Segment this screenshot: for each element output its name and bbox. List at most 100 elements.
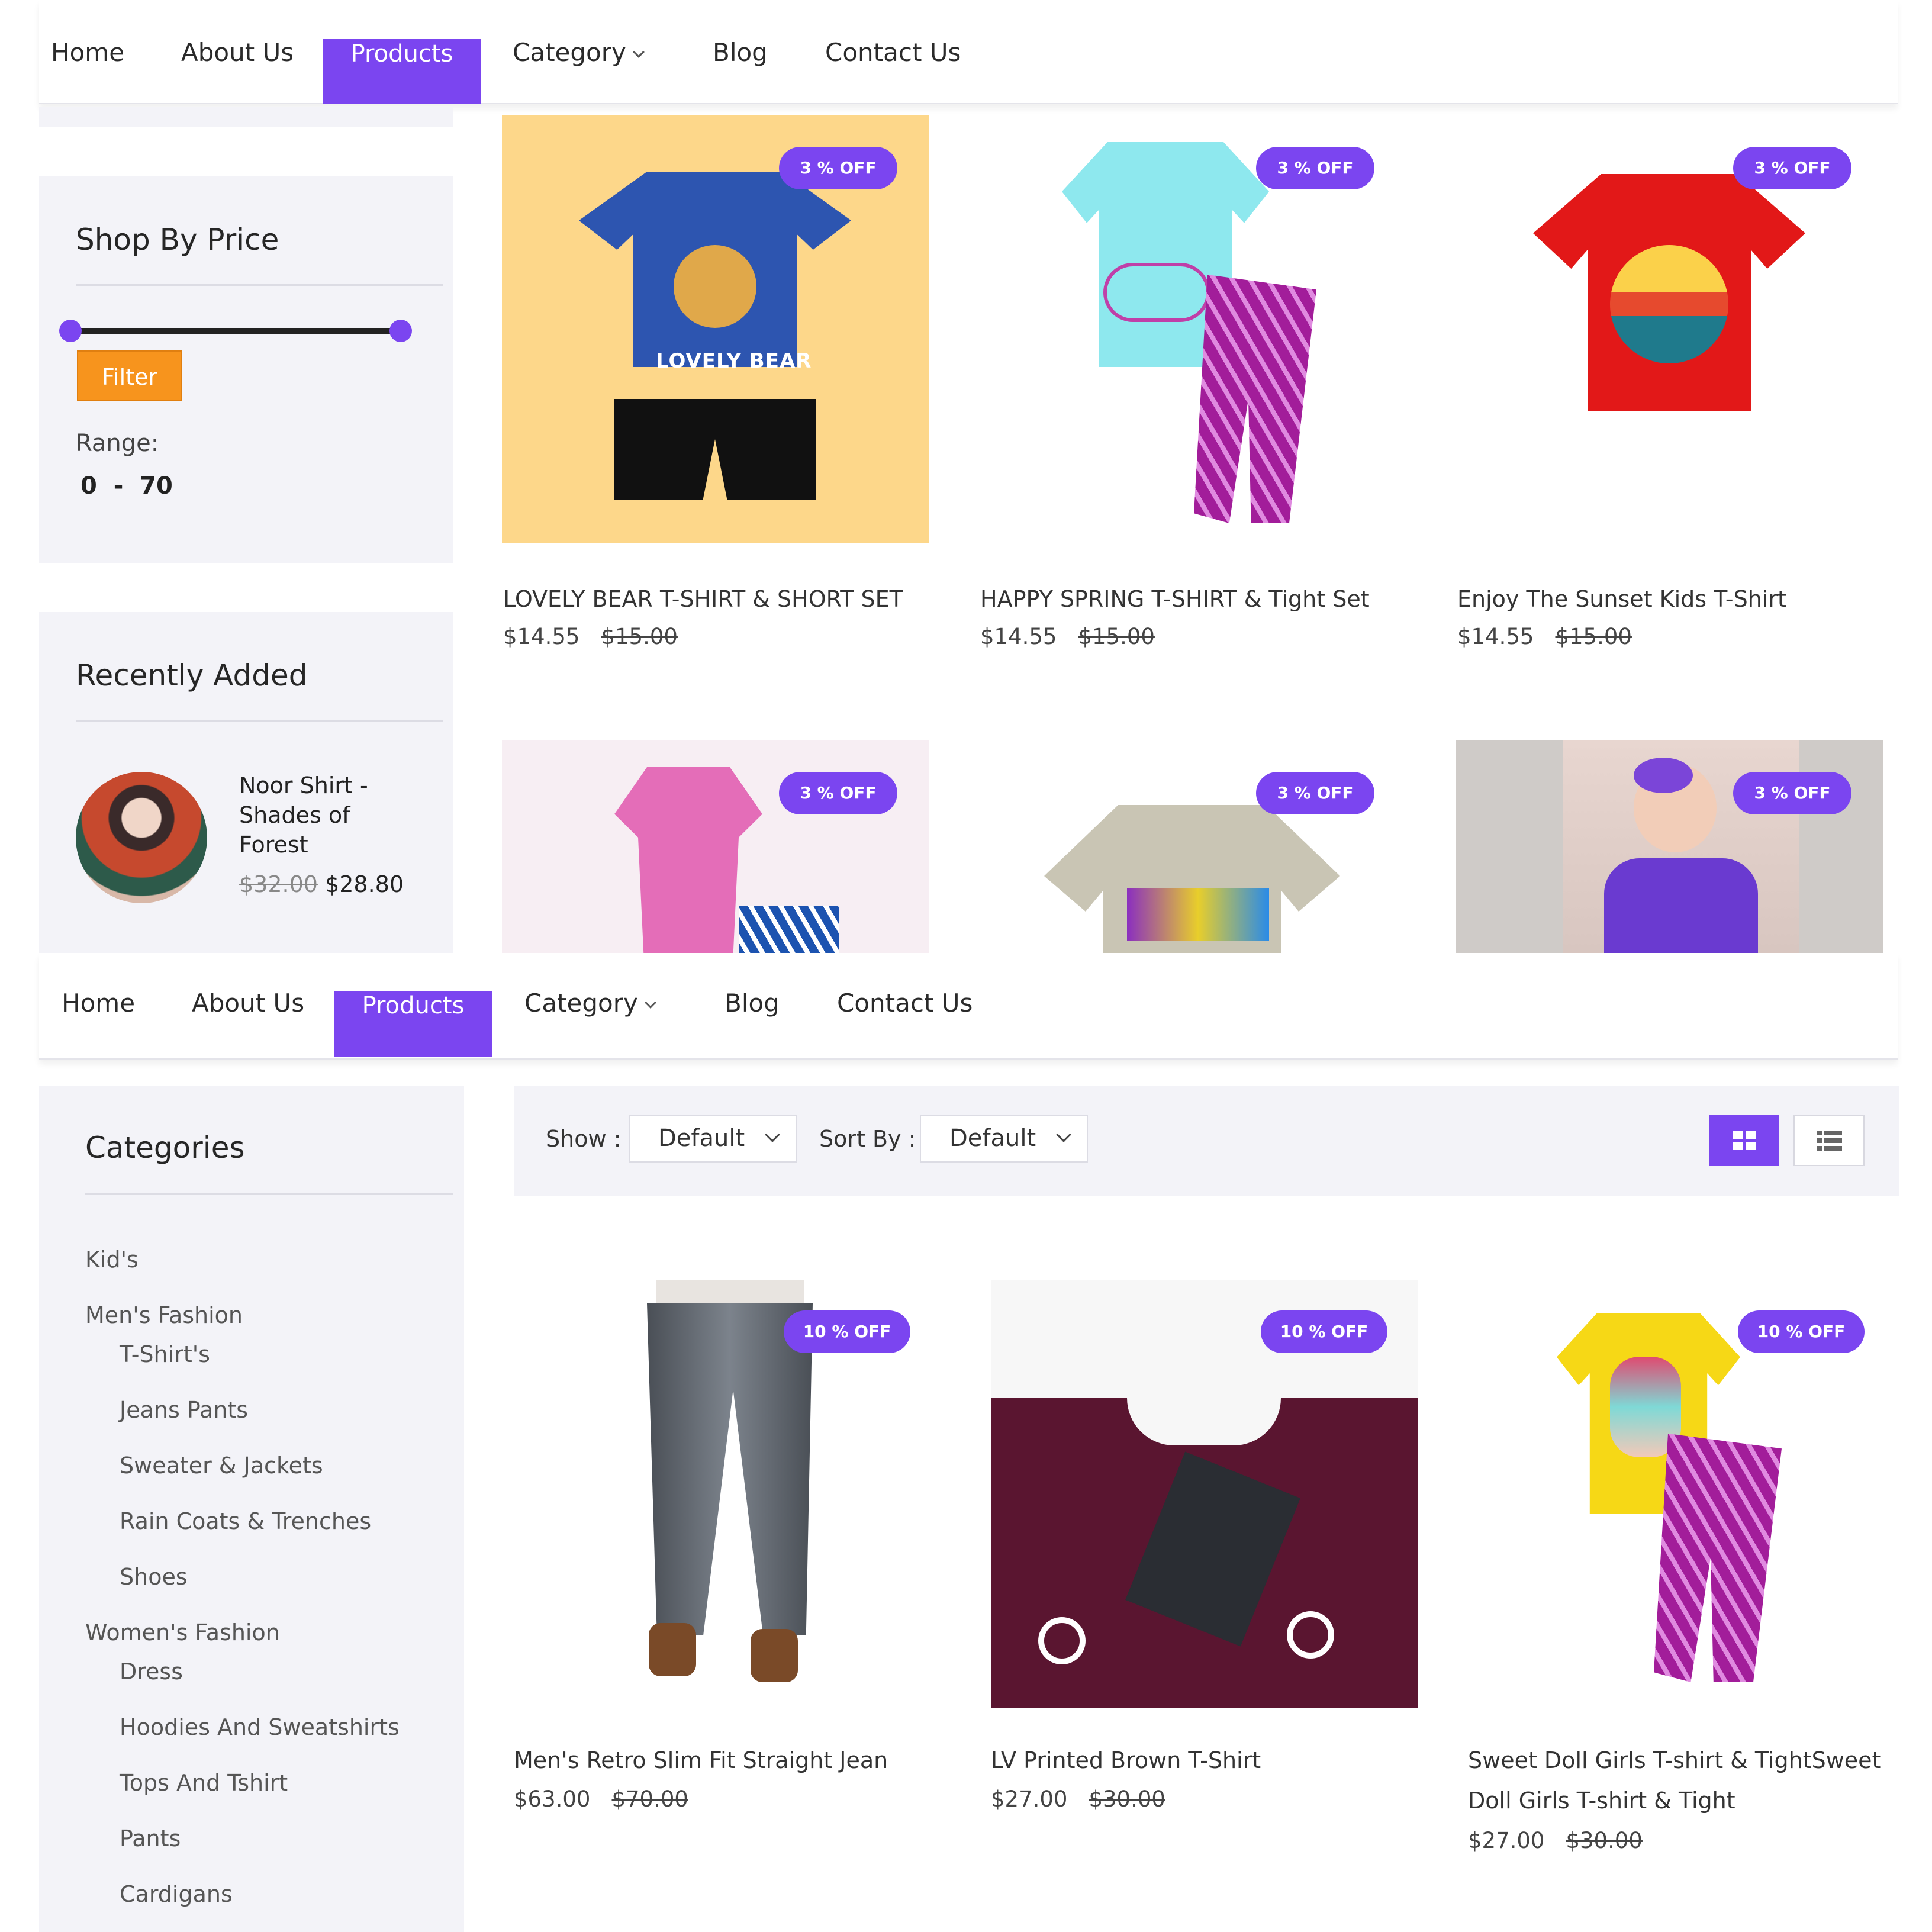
sort-select[interactable]: Default	[920, 1115, 1088, 1163]
shop-toolbar: Show : Default Sort By : Default	[514, 1086, 1899, 1196]
product-title[interactable]: Sweet Doll Girls T-shirt & TightSweet	[1468, 1747, 1881, 1773]
screenshot-panel-bottom: Home About Us Products Category Blog Con…	[0, 953, 1932, 1932]
discount-badge: 3 % OFF	[779, 147, 897, 189]
range-value: 0 - 70	[80, 472, 173, 500]
category-link[interactable]: Men's Fashion	[85, 1302, 243, 1328]
sunset-graphic	[1610, 245, 1728, 363]
price-old: $15.00	[601, 624, 678, 649]
product-title[interactable]: LV Printed Brown T-Shirt	[991, 1747, 1261, 1773]
jeans-shape	[647, 1303, 813, 1635]
tights-shape	[739, 906, 839, 953]
list-view-button[interactable]	[1793, 1115, 1865, 1166]
list-icon	[1817, 1131, 1842, 1151]
shirt-print-text: LOVELY BEAR	[656, 349, 812, 373]
chevron-down-icon	[1056, 1127, 1071, 1142]
categories-widget: Categories Kid's Men's Fashion T-Shirt's…	[39, 1086, 464, 1932]
price-old: $15.00	[1555, 624, 1632, 649]
price-slider-max-handle[interactable]	[389, 320, 412, 342]
bear-graphic	[674, 245, 756, 328]
categories-title: Categories	[85, 1131, 245, 1165]
show-label: Show :	[546, 1126, 622, 1152]
nav-blog[interactable]: Blog	[724, 988, 780, 1017]
subcategory-link[interactable]: Dress	[120, 1659, 183, 1685]
product-price: $14.55 $15.00	[980, 624, 1155, 649]
product-title[interactable]: HAPPY SPRING T-SHIRT & Tight Set	[980, 586, 1370, 612]
nav-about-us[interactable]: About Us	[181, 38, 294, 67]
show-select[interactable]: Default	[629, 1115, 797, 1163]
product-title[interactable]: Enjoy The Sunset Kids T-Shirt	[1457, 586, 1786, 612]
recent-item-old-price: $32.00	[239, 871, 318, 897]
nav-contact-us[interactable]: Contact Us	[825, 38, 961, 67]
grid-icon	[1733, 1131, 1756, 1150]
subcategory-link[interactable]: Hoodies And Sweatshirts	[120, 1714, 400, 1740]
filter-button[interactable]: Filter	[77, 350, 182, 401]
main-nav: Home About Us Products Category Blog Con…	[39, 0, 1898, 104]
subcategory-link[interactable]: Tops And Tshirt	[120, 1770, 288, 1796]
product-price: $63.00 $70.00	[514, 1786, 688, 1812]
price-old: $30.00	[1089, 1786, 1165, 1812]
nav-home[interactable]: Home	[62, 988, 135, 1017]
nav-category[interactable]: Category	[524, 988, 656, 1017]
collar-opening	[1127, 1398, 1281, 1445]
price-current: $14.55	[1457, 624, 1534, 649]
subcategory-link[interactable]: Pants	[120, 1825, 181, 1852]
subcategory-link[interactable]: Sweater & Jackets	[120, 1453, 323, 1479]
subcategory-link[interactable]: Jeans Pants	[120, 1397, 248, 1423]
recent-item-name[interactable]: Noor Shirt - Shades of Forest	[239, 771, 368, 859]
price-old: $30.00	[1566, 1828, 1643, 1853]
recent-item-name-line: Shades of	[239, 802, 350, 828]
mickey-print	[1127, 888, 1269, 941]
product-title[interactable]: LOVELY BEAR T-SHIRT & SHORT SET	[503, 586, 903, 612]
screenshot-panel-top: Home About Us Products Category Blog Con…	[0, 0, 1932, 953]
product-price: $27.00 $30.00	[991, 1786, 1165, 1812]
range-separator: -	[113, 472, 124, 500]
price-filter-title: Shop By Price	[76, 223, 279, 257]
recent-item-thumbnail[interactable]	[76, 772, 207, 903]
nav-home[interactable]: Home	[51, 38, 124, 67]
nav-category[interactable]: Category	[513, 38, 645, 67]
grid-view-button[interactable]	[1709, 1115, 1779, 1166]
show-select-value: Default	[658, 1125, 745, 1152]
price-current: $14.55	[980, 624, 1057, 649]
range-max: 70	[140, 472, 173, 500]
subcategory-link[interactable]: Cardigans	[120, 1881, 233, 1907]
category-link[interactable]: Kid's	[85, 1247, 139, 1273]
product-price: $27.00 $30.00	[1468, 1828, 1643, 1853]
subcategory-link[interactable]: Shoes	[120, 1564, 188, 1590]
discount-badge: 3 % OFF	[1733, 772, 1852, 814]
hair-bow	[1634, 758, 1693, 793]
price-old: $70.00	[611, 1786, 688, 1812]
nav-products-active[interactable]: Products	[323, 39, 481, 104]
subcategory-link[interactable]: T-Shirt's	[120, 1341, 210, 1367]
recently-added-widget: Recently Added Noor Shirt - Shades of Fo…	[39, 612, 453, 953]
price-old: $15.00	[1078, 624, 1155, 649]
discount-badge: 3 % OFF	[1256, 147, 1374, 189]
price-slider-track[interactable]	[71, 328, 400, 334]
discount-badge: 10 % OFF	[784, 1310, 910, 1353]
divider	[76, 284, 443, 286]
nav-products-label: Products	[362, 992, 465, 1019]
nav-products-active[interactable]: Products	[334, 991, 492, 1057]
range-label: Range:	[76, 430, 159, 457]
price-slider-min-handle[interactable]	[59, 320, 82, 342]
product-title[interactable]: Men's Retro Slim Fit Straight Jean	[514, 1747, 888, 1773]
sort-select-value: Default	[949, 1125, 1036, 1152]
discount-badge: 3 % OFF	[1256, 772, 1374, 814]
nav-contact-us[interactable]: Contact Us	[837, 988, 973, 1017]
monogram-flower	[1038, 1617, 1086, 1664]
main-nav: Home About Us Products Category Blog Con…	[39, 953, 1898, 1060]
price-current: $14.55	[503, 624, 580, 649]
recently-added-title: Recently Added	[76, 658, 308, 693]
nav-blog[interactable]: Blog	[713, 38, 768, 67]
nav-category-label: Category	[524, 988, 638, 1017]
subcategory-link[interactable]: Rain Coats & Trenches	[120, 1508, 371, 1534]
monogram-flower	[1287, 1611, 1334, 1659]
category-link[interactable]: Women's Fashion	[85, 1619, 280, 1646]
price-current: $63.00	[514, 1786, 591, 1812]
shorts-shape	[614, 399, 816, 500]
product-title-line2[interactable]: Doll Girls T-shirt & Tight	[1468, 1788, 1735, 1814]
boot-right	[751, 1629, 798, 1682]
nav-about-us[interactable]: About Us	[192, 988, 304, 1017]
purple-top	[1604, 858, 1758, 953]
price-current: $27.00	[991, 1786, 1068, 1812]
